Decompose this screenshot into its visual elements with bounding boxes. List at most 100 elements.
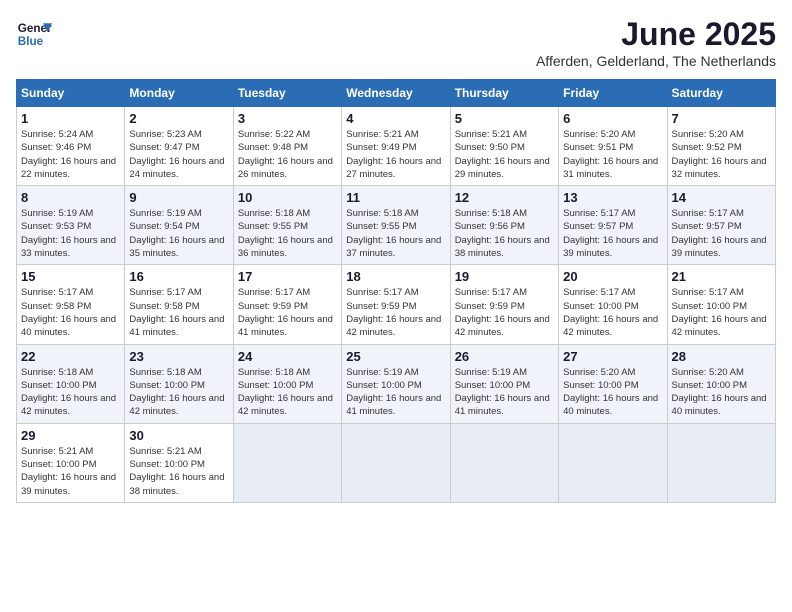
day-number: 9 [129,190,228,205]
calendar-header-row: SundayMondayTuesdayWednesdayThursdayFrid… [17,80,776,107]
page-header: General Blue June 2025 Afferden, Gelderl… [16,16,776,69]
day-number: 30 [129,428,228,443]
calendar-week-row-3: 15Sunrise: 5:17 AMSunset: 9:58 PMDayligh… [17,265,776,344]
calendar-cell: 22 Sunrise: 5:18 AMSunset: 10:00 PMDaylig… [17,344,125,423]
calendar-header-thursday: Thursday [450,80,558,107]
day-info: Sunrise: 5:17 AMSunset: 9:59 PMDaylight:… [346,286,445,339]
day-number: 23 [129,349,228,364]
day-number: 27 [563,349,662,364]
day-info: Sunrise: 5:20 AMSunset: 10:00 PMDaylight… [563,366,662,419]
day-info: Sunrise: 5:17 AMSunset: 9:57 PMDaylight:… [672,207,771,260]
day-info: Sunrise: 5:17 AMSunset: 10:00 PMDaylight… [672,286,771,339]
calendar-header-saturday: Saturday [667,80,775,107]
day-number: 11 [346,190,445,205]
day-info: Sunrise: 5:22 AMSunset: 9:48 PMDaylight:… [238,128,337,181]
calendar-cell: 13Sunrise: 5:17 AMSunset: 9:57 PMDayligh… [559,186,667,265]
calendar-cell: 18 Sunrise: 5:17 AMSunset: 9:59 PMDayligh… [342,265,450,344]
calendar-cell: 9 Sunrise: 5:19 AMSunset: 9:54 PMDaylight… [125,186,233,265]
calendar-cell: 4 Sunrise: 5:21 AMSunset: 9:49 PMDaylight… [342,107,450,186]
calendar-cell: 5 Sunrise: 5:21 AMSunset: 9:50 PMDaylight… [450,107,558,186]
calendar-cell [233,423,341,502]
day-number: 28 [672,349,771,364]
calendar-cell [667,423,775,502]
day-info: Sunrise: 5:18 AMSunset: 9:56 PMDaylight:… [455,207,554,260]
day-number: 7 [672,111,771,126]
day-number: 8 [21,190,120,205]
day-number: 1 [21,111,120,126]
calendar-header-friday: Friday [559,80,667,107]
day-info: Sunrise: 5:17 AMSunset: 9:59 PMDaylight:… [238,286,337,339]
day-number: 20 [563,269,662,284]
calendar-cell: 14 Sunrise: 5:17 AMSunset: 9:57 PMDayligh… [667,186,775,265]
calendar-cell: 15Sunrise: 5:17 AMSunset: 9:58 PMDayligh… [17,265,125,344]
day-info: Sunrise: 5:18 AMSunset: 9:55 PMDaylight:… [238,207,337,260]
calendar-header-wednesday: Wednesday [342,80,450,107]
calendar-cell: 10 Sunrise: 5:18 AMSunset: 9:55 PMDayligh… [233,186,341,265]
calendar-header-tuesday: Tuesday [233,80,341,107]
day-number: 6 [563,111,662,126]
day-info: Sunrise: 5:20 AMSunset: 10:00 PMDaylight… [672,366,771,419]
calendar-cell: 17 Sunrise: 5:17 AMSunset: 9:59 PMDayligh… [233,265,341,344]
calendar-cell: 12 Sunrise: 5:18 AMSunset: 9:56 PMDayligh… [450,186,558,265]
day-info: Sunrise: 5:18 AMSunset: 10:00 PMDaylight… [129,366,228,419]
calendar-week-row-5: 29 Sunrise: 5:21 AMSunset: 10:00 PMDaylig… [17,423,776,502]
day-info: Sunrise: 5:20 AMSunset: 9:51 PMDaylight:… [563,128,662,181]
calendar-cell: 23 Sunrise: 5:18 AMSunset: 10:00 PMDaylig… [125,344,233,423]
day-info: Sunrise: 5:24 AMSunset: 9:46 PMDaylight:… [21,128,120,181]
day-number: 25 [346,349,445,364]
day-number: 10 [238,190,337,205]
day-info: Sunrise: 5:17 AMSunset: 9:59 PMDaylight:… [455,286,554,339]
day-number: 22 [21,349,120,364]
calendar-header-sunday: Sunday [17,80,125,107]
day-info: Sunrise: 5:17 AMSunset: 9:58 PMDaylight:… [21,286,120,339]
day-number: 17 [238,269,337,284]
day-info: Sunrise: 5:19 AMSunset: 9:54 PMDaylight:… [129,207,228,260]
calendar-cell: 27 Sunrise: 5:20 AMSunset: 10:00 PMDaylig… [559,344,667,423]
calendar-table: SundayMondayTuesdayWednesdayThursdayFrid… [16,79,776,503]
calendar-week-row-2: 8Sunrise: 5:19 AMSunset: 9:53 PMDaylight… [17,186,776,265]
day-number: 14 [672,190,771,205]
calendar-cell: 30Sunrise: 5:21 AMSunset: 10:00 PMDaylig… [125,423,233,502]
day-number: 2 [129,111,228,126]
day-info: Sunrise: 5:18 AMSunset: 10:00 PMDaylight… [238,366,337,419]
day-number: 21 [672,269,771,284]
day-number: 16 [129,269,228,284]
calendar-cell: 21 Sunrise: 5:17 AMSunset: 10:00 PMDaylig… [667,265,775,344]
day-number: 12 [455,190,554,205]
day-info: Sunrise: 5:18 AMSunset: 10:00 PMDaylight… [21,366,120,419]
day-info: Sunrise: 5:19 AMSunset: 10:00 PMDaylight… [346,366,445,419]
calendar-cell [450,423,558,502]
day-number: 5 [455,111,554,126]
day-number: 18 [346,269,445,284]
calendar-cell: 19Sunrise: 5:17 AMSunset: 9:59 PMDayligh… [450,265,558,344]
calendar-cell: 20 Sunrise: 5:17 AMSunset: 10:00 PMDaylig… [559,265,667,344]
day-info: Sunrise: 5:17 AMSunset: 9:58 PMDaylight:… [129,286,228,339]
calendar-cell: 8Sunrise: 5:19 AMSunset: 9:53 PMDaylight… [17,186,125,265]
day-number: 29 [21,428,120,443]
day-number: 4 [346,111,445,126]
calendar-cell: 6 Sunrise: 5:20 AMSunset: 9:51 PMDaylight… [559,107,667,186]
day-info: Sunrise: 5:21 AMSunset: 10:00 PMDaylight… [21,445,120,498]
calendar-cell: 28 Sunrise: 5:20 AMSunset: 10:00 PMDaylig… [667,344,775,423]
calendar-cell: 25 Sunrise: 5:19 AMSunset: 10:00 PMDaylig… [342,344,450,423]
calendar-cell: 29 Sunrise: 5:21 AMSunset: 10:00 PMDaylig… [17,423,125,502]
day-info: Sunrise: 5:17 AMSunset: 10:00 PMDaylight… [563,286,662,339]
calendar-cell [559,423,667,502]
calendar-cell: 26Sunrise: 5:19 AMSunset: 10:00 PMDaylig… [450,344,558,423]
day-info: Sunrise: 5:20 AMSunset: 9:52 PMDaylight:… [672,128,771,181]
day-info: Sunrise: 5:21 AMSunset: 9:49 PMDaylight:… [346,128,445,181]
calendar-cell: 2 Sunrise: 5:23 AMSunset: 9:47 PMDaylight… [125,107,233,186]
day-number: 26 [455,349,554,364]
calendar-header-monday: Monday [125,80,233,107]
calendar-cell: 24Sunrise: 5:18 AMSunset: 10:00 PMDaylig… [233,344,341,423]
day-number: 13 [563,190,662,205]
calendar-cell [342,423,450,502]
day-info: Sunrise: 5:21 AMSunset: 9:50 PMDaylight:… [455,128,554,181]
calendar-week-row-1: 1 Sunrise: 5:24 AMSunset: 9:46 PMDaylight… [17,107,776,186]
calendar-cell: 7 Sunrise: 5:20 AMSunset: 9:52 PMDaylight… [667,107,775,186]
calendar-week-row-4: 22 Sunrise: 5:18 AMSunset: 10:00 PMDaylig… [17,344,776,423]
location-subtitle: Afferden, Gelderland, The Netherlands [536,53,776,69]
day-info: Sunrise: 5:23 AMSunset: 9:47 PMDaylight:… [129,128,228,181]
day-number: 3 [238,111,337,126]
calendar-cell: 3 Sunrise: 5:22 AMSunset: 9:48 PMDaylight… [233,107,341,186]
